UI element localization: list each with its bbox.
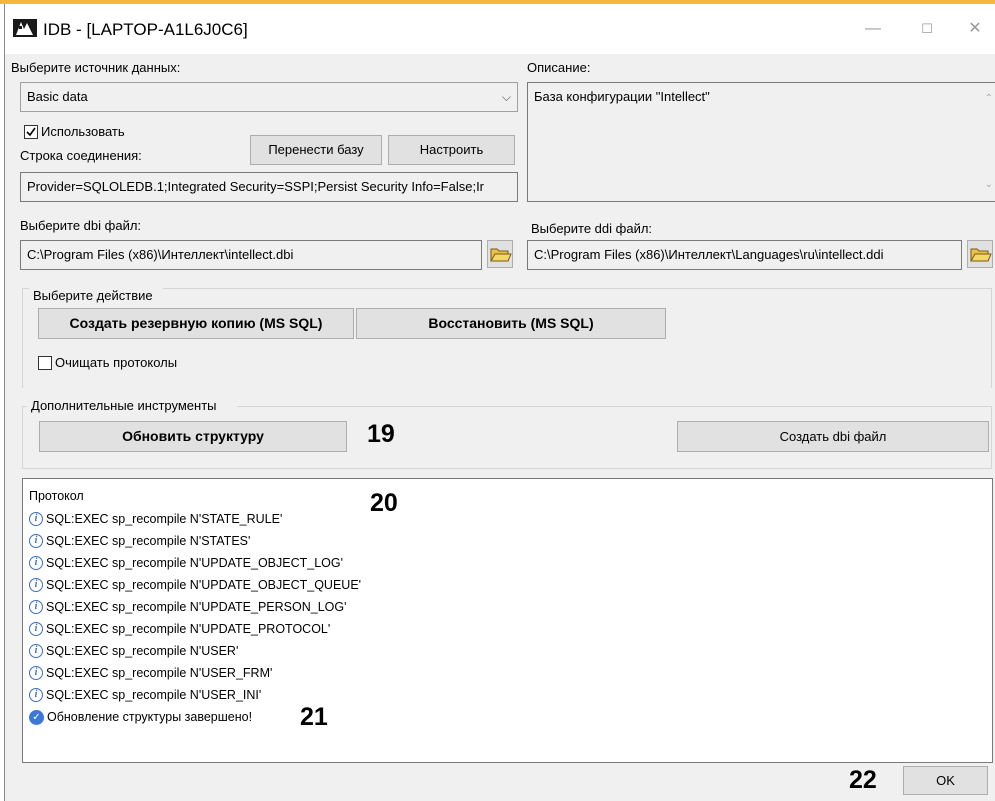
log-entry-text: SQL:EXEC sp_recompile N'UPDATE_OBJECT_QU… [46, 578, 362, 592]
info-icon: i [29, 512, 43, 526]
idb-window: IDB - [LAPTOP-A1L6J0C6] — ☐ ✕ Выберите и… [4, 4, 995, 801]
log-entry: i SQL:EXEC sp_recompile N'UPDATE_OBJECT_… [29, 575, 361, 595]
info-icon: i [29, 622, 43, 636]
log-entry-text: SQL:EXEC sp_recompile N'UPDATE_PROTOCOL' [46, 622, 331, 636]
info-icon: i [29, 688, 43, 702]
tools-group-border [22, 406, 23, 468]
checkmark-icon [26, 127, 36, 137]
title-bar: IDB - [LAPTOP-A1L6J0C6] — ☐ ✕ [5, 4, 995, 54]
app-icon [13, 19, 37, 37]
action-group-border [22, 288, 23, 388]
description-text: База конфигурации "Intellect" [534, 89, 710, 104]
log-entry-text: SQL:EXEC sp_recompile N'USER' [46, 644, 239, 658]
log-entry: i SQL:EXEC sp_recompile N'UPDATE_OBJECT_… [29, 553, 343, 573]
log-entry: i SQL:EXEC sp_recompile N'USER_FRM' [29, 663, 272, 683]
ddi-path-field[interactable]: C:\Program Files (x86)\Интеллект\Languag… [527, 240, 962, 270]
callout-21: 21 [300, 703, 328, 731]
source-label: Выберите источник данных: [11, 60, 181, 75]
log-panel[interactable]: Протокол 20 i SQL:EXEC sp_recompile N'ST… [22, 478, 993, 763]
info-icon: i [29, 644, 43, 658]
restore-button[interactable]: Восстановить (MS SQL) [356, 308, 666, 339]
clear-logs-label: Очищать протоколы [55, 355, 178, 370]
connection-label: Строка соединения: [20, 148, 142, 163]
info-icon: i [29, 534, 43, 548]
maximize-button[interactable]: ☐ [907, 14, 947, 44]
description-box[interactable]: База конфигурации "Intellect" ⌃ ⌄ [527, 82, 995, 202]
log-entry-text: SQL:EXEC sp_recompile N'USER_INI' [46, 688, 262, 702]
ddi-browse-button[interactable] [967, 240, 993, 268]
tools-group-border [237, 406, 991, 407]
dbi-browse-button[interactable] [487, 240, 513, 268]
chevron-down-icon: ⌵ [501, 90, 511, 104]
action-group-border [991, 288, 992, 388]
close-button[interactable]: ✕ [955, 14, 995, 44]
tools-group-border [991, 406, 992, 468]
log-entry-text: SQL:EXEC sp_recompile N'UPDATE_OBJECT_LO… [46, 556, 343, 570]
minimize-button[interactable]: — [853, 14, 893, 44]
window-title: IDB - [LAPTOP-A1L6J0C6] [43, 20, 248, 39]
action-group-label: Выберите действие [33, 288, 153, 303]
callout-20: 20 [370, 489, 398, 517]
dbi-path-field[interactable]: C:\Program Files (x86)\Интеллект\intelle… [20, 240, 482, 270]
log-entry: i SQL:EXEC sp_recompile N'USER' [29, 641, 238, 661]
configure-button[interactable]: Настроить [388, 135, 515, 165]
clear-logs-checkbox[interactable] [38, 356, 52, 370]
use-checkbox-label: Использовать [41, 124, 125, 139]
open-folder-icon [490, 248, 512, 262]
create-dbi-button[interactable]: Создать dbi файл [677, 421, 989, 452]
log-title: Протокол [29, 489, 84, 503]
log-entry-text: SQL:EXEC sp_recompile N'STATES' [46, 534, 251, 548]
log-entry: i SQL:EXEC sp_recompile N'STATES' [29, 531, 250, 551]
callout-19: 19 [367, 420, 395, 448]
source-select-value: Basic data [27, 89, 88, 104]
open-folder-icon [970, 248, 992, 262]
tools-group-border [22, 468, 992, 469]
use-checkbox[interactable] [24, 125, 38, 139]
scroll-down-icon[interactable]: ⌄ [985, 175, 993, 195]
info-icon: i [29, 556, 43, 570]
info-icon: i [29, 578, 43, 592]
log-entry: i SQL:EXEC sp_recompile N'UPDATE_PROTOCO… [29, 619, 330, 639]
ok-button[interactable]: OK [903, 766, 988, 795]
ddi-label: Выберите ddi файл: [531, 221, 653, 236]
update-structure-button[interactable]: Обновить структуру [39, 421, 347, 452]
tools-group-label: Дополнительные инструменты [31, 398, 217, 413]
log-entry-text: SQL:EXEC sp_recompile N'STATE_RULE' [46, 512, 283, 526]
callout-22: 22 [849, 766, 877, 794]
source-select[interactable]: Basic data ⌵ [20, 82, 518, 112]
check-icon: ✓ [29, 709, 44, 725]
action-group-border [22, 288, 29, 289]
log-entry-text: SQL:EXEC sp_recompile N'USER_FRM' [46, 666, 273, 680]
description-label: Описание: [527, 60, 591, 75]
log-entry: i SQL:EXEC sp_recompile N'STATE_RULE' [29, 509, 282, 529]
scroll-up-icon[interactable]: ⌃ [985, 89, 993, 109]
info-icon: i [29, 600, 43, 614]
log-entry: i SQL:EXEC sp_recompile N'USER_INI' [29, 685, 261, 705]
dbi-label: Выберите dbi файл: [20, 218, 142, 233]
move-db-button[interactable]: Перенести базу [250, 135, 382, 165]
log-entry: i SQL:EXEC sp_recompile N'UPDATE_PERSON_… [29, 597, 346, 617]
log-entry-text: Обновление структуры завершено! [47, 710, 253, 724]
connection-string-field[interactable]: Provider=SQLOLEDB.1;Integrated Security=… [20, 172, 518, 202]
backup-button[interactable]: Создать резервную копию (MS SQL) [38, 308, 354, 339]
info-icon: i [29, 666, 43, 680]
log-entry-text: SQL:EXEC sp_recompile N'UPDATE_PERSON_LO… [46, 600, 347, 614]
log-entry: ✓ Обновление структуры завершено! [29, 707, 252, 727]
action-group-border [163, 288, 991, 289]
